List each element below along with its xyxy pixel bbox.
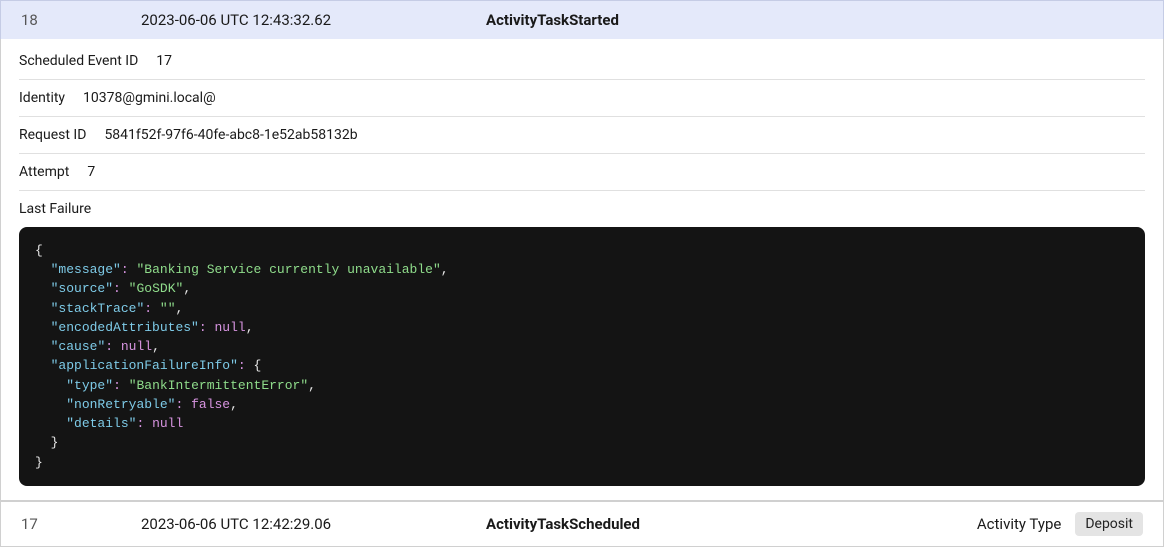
detail-value: 5841f52f-97f6-40fe-abc8-1e52ab58132b — [104, 127, 357, 143]
detail-value: 7 — [87, 164, 95, 180]
detail-row-attempt: Attempt 7 — [19, 154, 1145, 191]
detail-label: Last Failure — [19, 201, 91, 217]
activity-type-badge: Deposit — [1075, 512, 1143, 536]
detail-row-scheduled-event-id: Scheduled Event ID 17 — [19, 39, 1145, 80]
event-type: ActivityTaskStarted — [486, 11, 1143, 29]
detail-label: Attempt — [19, 164, 69, 180]
detail-label: Scheduled Event ID — [19, 53, 138, 69]
event-row-18[interactable]: 18 2023-06-06 UTC 12:43:32.62 ActivityTa… — [0, 0, 1164, 39]
detail-row-identity: Identity 10378@gmini.local@ — [19, 80, 1145, 117]
detail-label: Request ID — [19, 127, 86, 143]
detail-label: Identity — [19, 90, 65, 106]
detail-row-request-id: Request ID 5841f52f-97f6-40fe-abc8-1e52a… — [19, 117, 1145, 154]
detail-value: 10378@gmini.local@ — [83, 90, 216, 106]
detail-value: 17 — [156, 53, 172, 69]
event-id: 17 — [21, 515, 141, 533]
event-row-17[interactable]: 17 2023-06-06 UTC 12:42:29.06 ActivityTa… — [0, 501, 1164, 547]
event-timestamp: 2023-06-06 UTC 12:43:32.62 — [141, 11, 486, 29]
event-type: ActivityTaskScheduled — [486, 515, 977, 533]
last-failure-json[interactable]: { "message": "Banking Service currently … — [19, 227, 1145, 486]
event-id: 18 — [21, 11, 141, 29]
event-timestamp: 2023-06-06 UTC 12:42:29.06 — [141, 515, 486, 533]
event-details-panel: Scheduled Event ID 17 Identity 10378@gmi… — [0, 39, 1164, 501]
event-meta: Activity Type Deposit — [977, 512, 1143, 536]
detail-row-last-failure: Last Failure — [19, 191, 1145, 227]
activity-type-label: Activity Type — [977, 515, 1061, 533]
